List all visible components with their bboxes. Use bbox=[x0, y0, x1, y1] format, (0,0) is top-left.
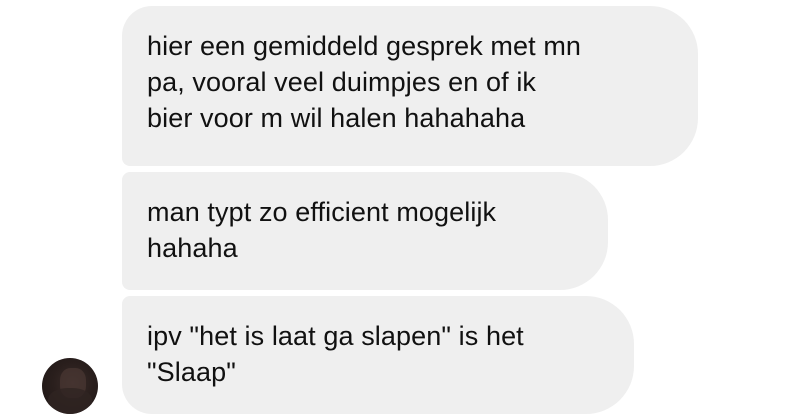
sender-avatar[interactable] bbox=[42, 358, 98, 414]
message-bubble[interactable]: hier een gemiddeld gesprek met mn pa, vo… bbox=[122, 6, 698, 166]
message-bubble[interactable]: man typt zo efficient mogelijk hahaha bbox=[122, 172, 608, 290]
message-thread: hier een gemiddeld gesprek met mn pa, vo… bbox=[0, 0, 800, 420]
message-bubble[interactable]: ipv "het is laat ga slapen" is het "Slaa… bbox=[122, 296, 634, 414]
avatar-blur-shape bbox=[48, 388, 92, 414]
